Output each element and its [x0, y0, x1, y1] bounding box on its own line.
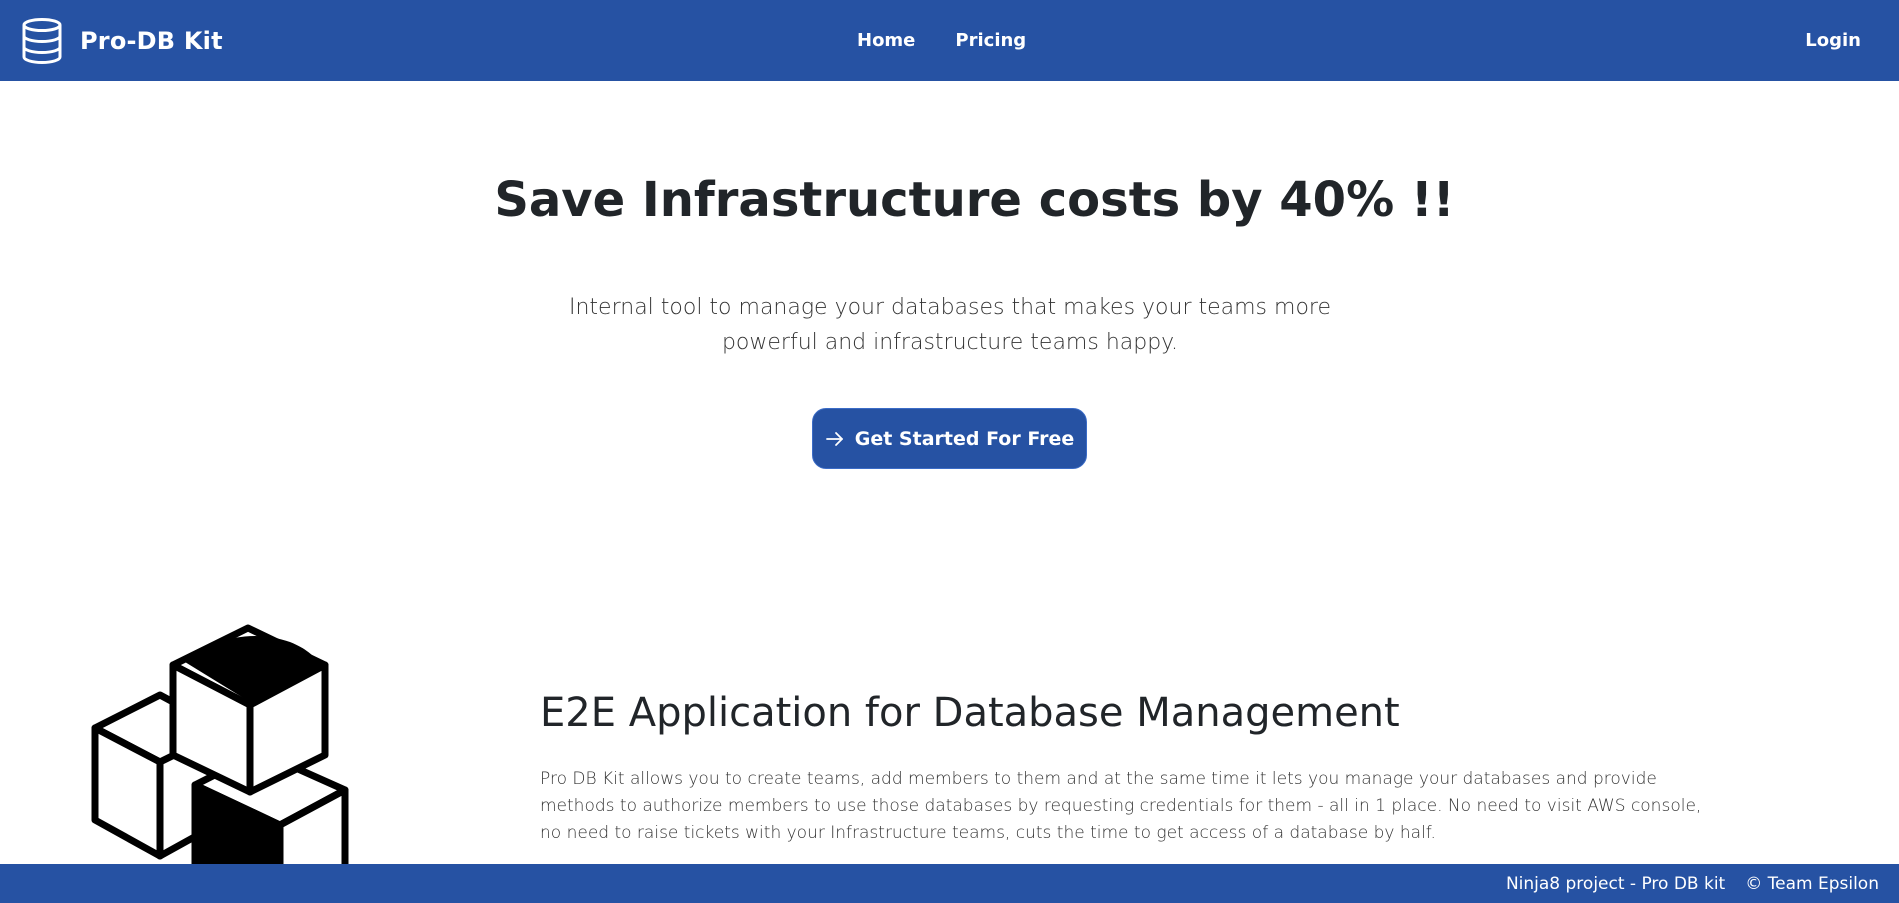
nav-link-pricing[interactable]: Pricing [955, 30, 1026, 51]
brand-logo-link[interactable]: Pro-DB Kit [20, 18, 223, 64]
login-link[interactable]: Login [1805, 0, 1861, 81]
nav-links: Home Pricing [857, 0, 1066, 81]
footer-credit: © Team Epsilon [1745, 873, 1879, 894]
top-navbar: Pro-DB Kit Home Pricing Login [0, 0, 1899, 81]
hero-title: Save Infrastructure costs by 40% !! [494, 172, 1455, 228]
feature-title: E2E Application for Database Management [540, 690, 1400, 736]
get-started-button[interactable]: Get Started For Free [812, 408, 1087, 469]
feature-description: Pro DB Kit allows you to create teams, a… [540, 769, 1702, 843]
stacked-cubes-illustration [91, 624, 349, 865]
get-started-label: Get Started For Free [854, 427, 1075, 450]
nav-link-home[interactable]: Home [857, 30, 915, 51]
brand-name: Pro-DB Kit [80, 27, 223, 55]
database-icon [22, 18, 62, 64]
footer: Ninja8 project - Pro DB kit © Team Epsil… [0, 864, 1899, 903]
hero-subtitle: Internal tool to manage your databases t… [569, 295, 1331, 355]
arrow-right-icon [825, 431, 843, 446]
footer-project: Ninja8 project - Pro DB kit [1505, 873, 1726, 894]
